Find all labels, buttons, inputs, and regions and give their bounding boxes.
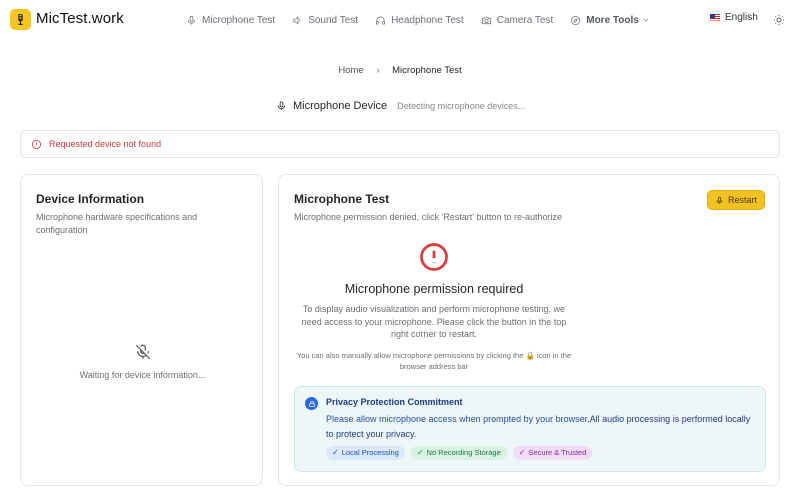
nav-label: Microphone Test xyxy=(202,14,276,26)
check-icon: ✓ xyxy=(416,448,424,457)
language-selector[interactable]: English xyxy=(710,12,758,23)
nav-label: Headphone Test xyxy=(391,14,464,26)
privacy-commitment-box: Privacy Protection Commitment Please all… xyxy=(294,386,766,472)
privacy-title: Privacy Protection Commitment xyxy=(326,397,463,407)
badge-no-recording-storage: ✓ No Recording Storage xyxy=(410,446,507,460)
card-description: Microphone hardware specifications and c… xyxy=(36,212,198,235)
main-nav: Microphone Test Sound Test Headphone Tes… xyxy=(186,12,667,28)
nav-headphone-test[interactable]: Headphone Test xyxy=(375,15,464,26)
card-title: Device Information xyxy=(36,192,145,206)
microphone-logo-icon xyxy=(18,14,23,25)
permission-description: To display audio visualization and perfo… xyxy=(301,304,567,339)
breadcrumb-current: Microphone Test xyxy=(392,65,462,76)
nav-sound-test[interactable]: Sound Test xyxy=(292,15,358,26)
microphone-off-icon xyxy=(135,344,150,360)
microphone-icon xyxy=(716,196,723,204)
privacy-badges: ✓ Local Processing ✓ No Recording Storage … xyxy=(326,446,598,460)
device-selector-row: Microphone Device Detecting microphone d… xyxy=(276,100,525,112)
microphone-icon xyxy=(277,101,286,111)
permission-title: Microphone permission required xyxy=(344,282,524,296)
device-label: Microphone Device xyxy=(293,100,388,112)
nav-more-tools[interactable]: More Tools xyxy=(570,15,650,26)
waiting-text: Waiting for device information... xyxy=(79,370,206,380)
lock-glyph xyxy=(308,400,315,407)
microphone-icon xyxy=(187,15,196,25)
card-title: Microphone Test xyxy=(294,192,390,206)
badge-secure-trusted: ✓ Secure & Trusted xyxy=(512,446,593,460)
us-flag-icon xyxy=(710,14,720,21)
alert-circle-icon xyxy=(31,139,42,149)
restart-button[interactable]: Restart xyxy=(707,190,765,210)
nav-label: Sound Test xyxy=(308,14,359,26)
chevron-down-icon xyxy=(643,18,649,22)
microphone-test-card: Microphone Test Microphone permission de… xyxy=(278,174,780,486)
error-alert: Requested device not found xyxy=(20,130,780,158)
camera-icon xyxy=(481,16,491,24)
waiting-state: Waiting for device information... xyxy=(21,343,264,380)
hint-text-before: You can also manually allow microphone p… xyxy=(296,351,524,360)
theme-toggle-button[interactable] xyxy=(773,13,785,25)
permission-error-icon xyxy=(419,242,449,272)
restart-label: Restart xyxy=(727,195,757,205)
lock-icon: 🔒 xyxy=(525,351,535,360)
speaker-icon xyxy=(293,16,301,24)
check-icon: ✓ xyxy=(332,448,339,457)
top-navbar: MicTest.work Microphone Test Sound Test … xyxy=(0,0,800,40)
nav-camera-test[interactable]: Camera Test xyxy=(481,14,554,26)
nav-label: More Tools xyxy=(586,14,639,26)
badge-local-processing: ✓ Local Processing xyxy=(326,446,405,460)
device-status: Detecting microphone devices... xyxy=(397,101,526,111)
badge-label: Local Processing xyxy=(341,448,399,457)
breadcrumb: Home › Microphone Test xyxy=(0,65,800,76)
badge-label: Secure & Trusted xyxy=(528,448,587,457)
alert-message: Requested device not found xyxy=(49,139,162,149)
privacy-text-normal: Please allow microphone access when prom… xyxy=(326,414,590,424)
nav-microphone-test[interactable]: Microphone Test xyxy=(186,15,275,26)
headphone-icon xyxy=(376,15,386,25)
lock-icon xyxy=(305,397,318,410)
nav-label: Camera Test xyxy=(496,14,554,26)
breadcrumb-separator: › xyxy=(376,65,380,76)
badge-label: No Recording Storage xyxy=(426,448,501,457)
device-information-card: Device Information Microphone hardware s… xyxy=(20,174,263,486)
sun-icon xyxy=(774,15,784,25)
brand-name[interactable]: MicTest.work xyxy=(36,10,124,27)
check-icon: ✓ xyxy=(518,448,526,457)
breadcrumb-home[interactable]: Home xyxy=(338,65,363,76)
permission-hint: You can also manually allow microphone p… xyxy=(289,350,579,372)
card-description: Microphone permission denied, click 'Res… xyxy=(294,212,563,222)
privacy-text: Please allow microphone access when prom… xyxy=(326,412,756,442)
alert-circle-icon xyxy=(420,243,448,271)
language-label: English xyxy=(725,12,758,23)
compass-icon xyxy=(571,15,581,25)
logo[interactable] xyxy=(10,9,31,30)
